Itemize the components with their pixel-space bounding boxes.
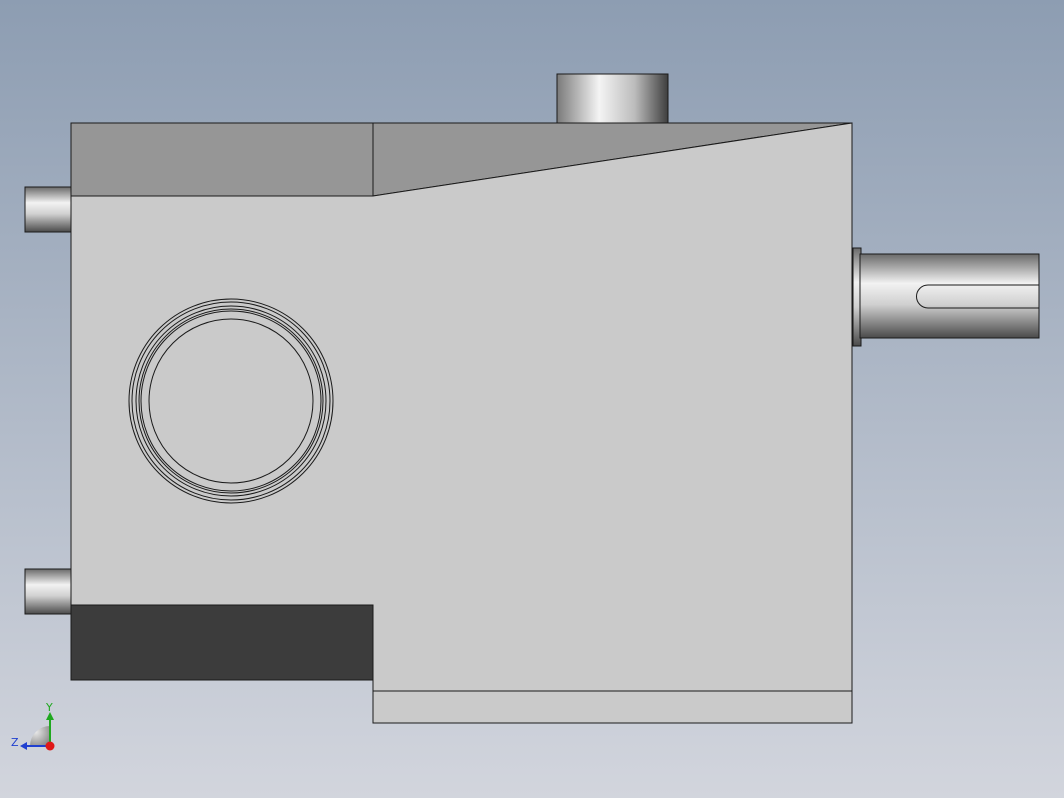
top-boss-cylinder[interactable] <box>556 73 669 125</box>
housing-lower-dark-block[interactable] <box>70 604 374 681</box>
cad-model-view[interactable]: Y Z <box>0 0 1064 798</box>
housing-upper-left-block[interactable] <box>70 122 374 197</box>
triad-x-axis-dot <box>45 741 55 751</box>
graphics-viewport[interactable]: Y Z <box>0 0 1064 798</box>
output-shaft[interactable] <box>859 253 1040 339</box>
left-lower-stub-shaft[interactable] <box>24 568 72 615</box>
triad-y-label: Y <box>45 701 53 714</box>
housing-base-plate[interactable] <box>372 690 853 724</box>
triad-z-label: Z <box>11 736 19 749</box>
left-upper-stub-shaft[interactable] <box>24 186 72 233</box>
